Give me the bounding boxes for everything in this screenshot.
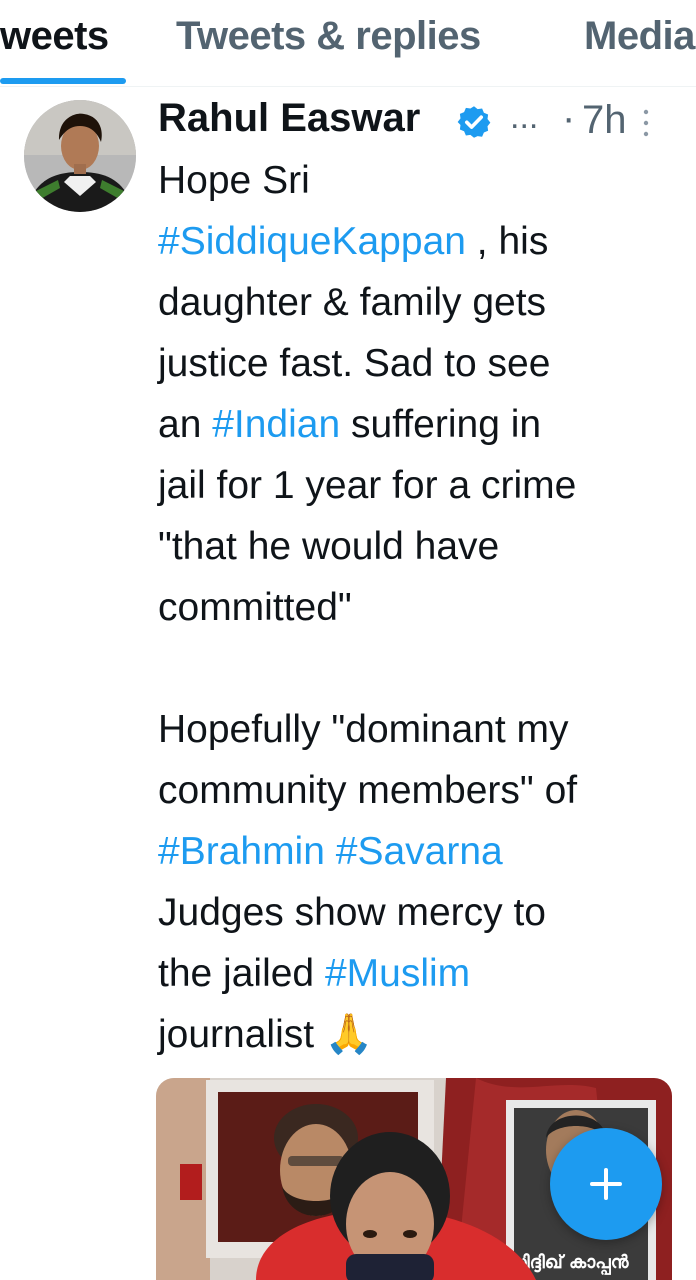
avatar[interactable] xyxy=(24,100,136,212)
tweet-text-segment: community members" of xyxy=(158,769,578,812)
hashtag-link[interactable]: #Indian xyxy=(212,403,340,446)
tweet-text-segment: the jailed xyxy=(158,952,325,995)
tweet-timestamp[interactable]: 7h xyxy=(582,98,627,143)
tweet-text-segment: daughter & family gets xyxy=(158,281,547,324)
tweet-line: the jailed #Muslim xyxy=(158,943,678,1004)
hashtag-link[interactable]: #Muslim xyxy=(325,952,470,995)
tab-media[interactable]: Media xyxy=(584,14,695,59)
tweet-text-segment: an xyxy=(158,403,213,446)
tweet-line: #SiddiqueKappan , his xyxy=(158,211,678,272)
tweet-line: #Brahmin #Savarna xyxy=(158,821,678,882)
tweet-line: community members" of xyxy=(158,760,678,821)
tab-tweets[interactable]: weets xyxy=(0,14,109,59)
tweet-text-segment: Hopefully "dominant my xyxy=(158,708,569,751)
tab-tweets-and-replies[interactable]: Tweets & replies xyxy=(176,14,481,59)
tweet-text-segment: "that he would have xyxy=(158,525,500,568)
tweet-text-segment: justice fast. Sad to see xyxy=(158,342,551,385)
hashtag-link[interactable]: #SiddiqueKappan xyxy=(158,220,466,263)
tweet-text-segment xyxy=(325,830,336,873)
tweet-text-segment: , his xyxy=(465,220,549,263)
active-tab-indicator xyxy=(0,78,126,84)
tweet-line: daughter & family gets xyxy=(158,272,678,333)
hashtag-link[interactable]: #Savarna xyxy=(336,830,503,873)
tweet-line: "that he would have xyxy=(158,516,678,577)
tweet-text: Hope Sri #SiddiqueKappan , his daughter & … xyxy=(158,150,678,1065)
tweet-text-segment: committed" xyxy=(158,586,352,629)
tweet-line: Judges show mercy to xyxy=(158,882,678,943)
tweet-line: committed" xyxy=(158,577,678,638)
compose-tweet-button[interactable] xyxy=(550,1128,662,1240)
tweet-line: justice fast. Sad to see xyxy=(158,333,678,394)
folded-hands-emoji: 🙏 xyxy=(324,1013,374,1056)
tweet-line: jail for 1 year for a crime xyxy=(158,455,678,516)
tweet-text-segment: Hope Sri xyxy=(158,159,310,202)
hashtag-link[interactable]: #Brahmin xyxy=(158,830,325,873)
tweet-line: Hope Sri xyxy=(158,150,678,211)
tweet-line: Hopefully "dominant my xyxy=(158,699,678,760)
author-handle[interactable]: ... xyxy=(510,98,538,137)
author-name[interactable]: Rahul Easwar xyxy=(158,96,420,141)
tweet-text-segment: Judges show mercy to xyxy=(158,891,547,934)
tweet-text-segment: suffering in xyxy=(340,403,542,446)
plus-icon xyxy=(590,1168,622,1200)
avatar-image xyxy=(24,100,136,212)
tweet-text-segment: journalist xyxy=(158,1013,325,1056)
verified-badge-icon xyxy=(457,106,491,138)
more-vertical-icon[interactable] xyxy=(640,108,652,138)
tweet-text-segment: jail for 1 year for a crime xyxy=(158,464,577,507)
tweet-line xyxy=(158,638,678,699)
profile-tabs: weets Tweets & replies Media xyxy=(0,0,696,87)
tweet-line: journalist 🙏 xyxy=(158,1004,678,1065)
header-separator: · xyxy=(562,96,576,140)
tweet-line: an #Indian suffering in xyxy=(158,394,678,455)
